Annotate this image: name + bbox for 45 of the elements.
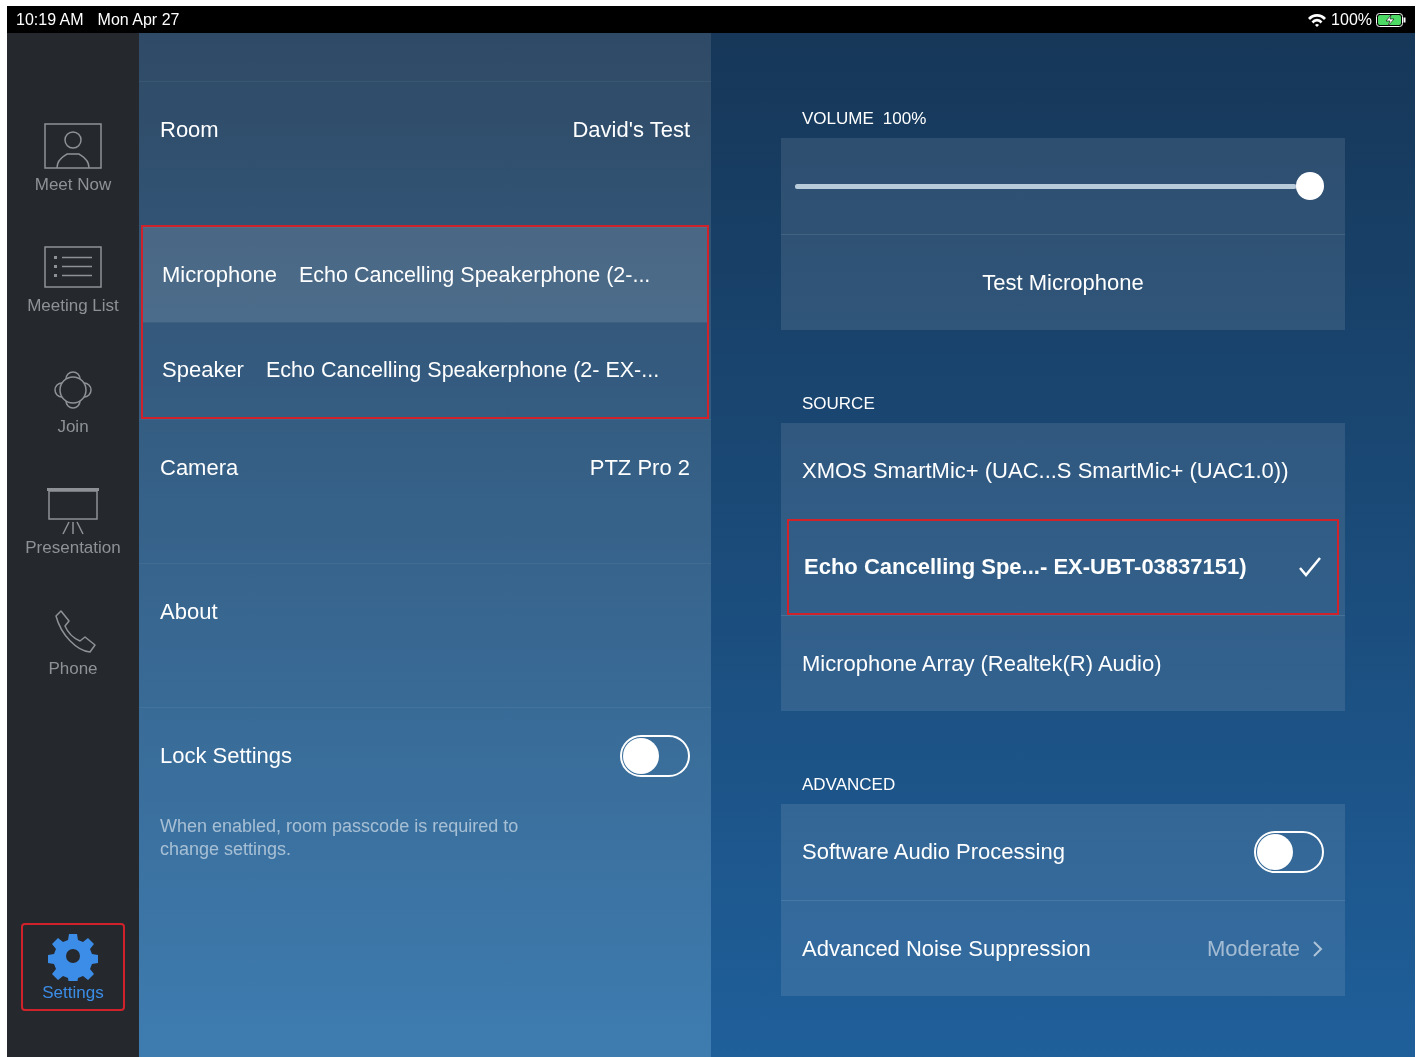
source-option[interactable]: Echo Cancelling Spe...- EX-UBT-03837151) — [787, 519, 1339, 615]
volume-reading: 100% — [882, 109, 927, 129]
wifi-icon — [1307, 11, 1328, 28]
toggle-switch[interactable] — [1254, 831, 1324, 873]
status-date: Mon Apr 27 — [97, 10, 180, 29]
chevron-right-icon — [1312, 939, 1324, 958]
battery-percent: 100% — [1331, 10, 1372, 29]
slider-thumb[interactable] — [1296, 172, 1324, 200]
section-header: VOLUME — [802, 109, 874, 129]
nav-item[interactable]: Settings — [21, 923, 125, 1011]
nav-item[interactable]: Presentation — [21, 478, 125, 566]
help-text: When enabled, room passcode is required to change settings. — [159, 815, 520, 861]
nav-item[interactable]: Phone — [21, 599, 125, 687]
toggle-switch[interactable] — [620, 734, 690, 777]
status-time: 10:19 AM — [16, 10, 84, 29]
row-label: Room — [160, 116, 219, 143]
row-value: David's Test — [572, 116, 690, 143]
volume-slider[interactable] — [795, 172, 1324, 200]
nav-item[interactable]: Meeting List — [21, 236, 125, 324]
battery-icon — [1376, 12, 1406, 27]
row-label: Camera — [160, 454, 239, 481]
row-value: Moderate — [1207, 935, 1300, 962]
section-header: ADVANCED — [802, 775, 896, 795]
row-value: Echo Cancelling Speakerphone (2-... — [298, 262, 651, 288]
checkmark-icon — [1298, 556, 1322, 578]
option-label: Microphone Array (Realtek(R) Audio) — [802, 650, 1162, 677]
option-label: Echo Cancelling Spe...- EX-UBT-03837151) — [804, 554, 1247, 580]
row-value: Echo Cancelling Speakerphone (2- EX-... — [265, 357, 660, 383]
row-value: PTZ Pro 2 — [589, 454, 690, 481]
test-microphone-button[interactable]: Test Microphone — [781, 234, 1345, 330]
nav-item[interactable]: Join — [21, 357, 125, 445]
option-label: XMOS SmartMic+ (UAC...S SmartMic+ (UAC1.0)) — [802, 458, 1289, 484]
nav-item[interactable]: Meet Now — [21, 115, 125, 203]
section-header: SOURCE — [802, 394, 875, 414]
row-label: Lock Settings — [160, 742, 293, 769]
row-label: About — [160, 598, 218, 625]
row-label: Advanced Noise Suppression — [802, 935, 1091, 962]
source-option[interactable]: Microphone Array (Realtek(R) Audio) — [781, 615, 1345, 711]
row-label: Software Audio Processing — [802, 839, 1065, 865]
row-label: Speaker — [162, 357, 244, 383]
row-label: Microphone — [162, 262, 277, 288]
settings-row[interactable]: Microphone Echo Cancelling Speakerphone (2-... — [143, 227, 707, 322]
settings-row[interactable]: Lock Settings — [139, 707, 711, 803]
source-option[interactable]: XMOS SmartMic+ (UAC...S SmartMic+ (UAC1.0)) — [781, 423, 1345, 519]
settings-row[interactable]: Speaker Echo Cancelling Speakerphone (2- EX-... — [143, 322, 707, 417]
